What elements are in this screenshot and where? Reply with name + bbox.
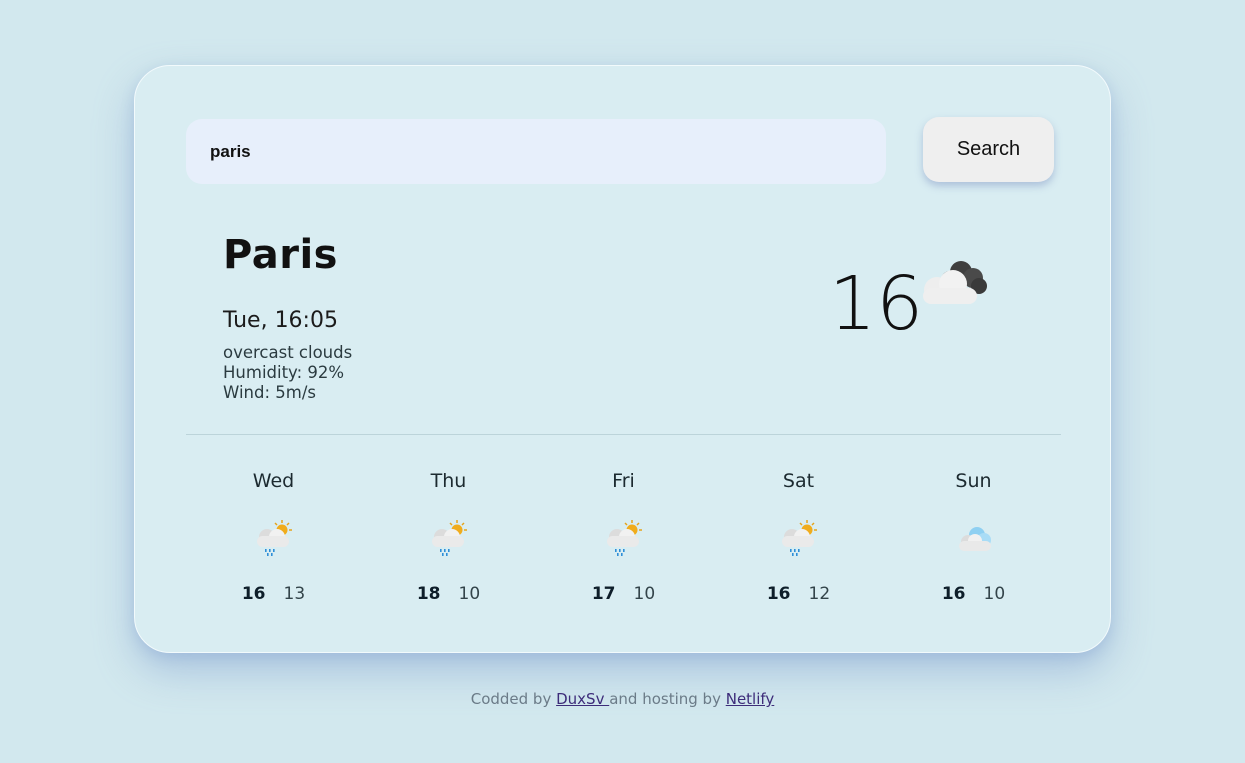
forecast-high: 17	[591, 584, 616, 604]
forecast-temps: 16 13	[186, 584, 361, 604]
forecast-temps: 16 12	[711, 584, 886, 604]
rain-sun-icon	[257, 520, 292, 556]
forecast-day: Fri 17 10	[536, 470, 711, 610]
overcast-clouds-icon	[923, 261, 987, 304]
forecast-day-name: Sun	[955, 470, 992, 492]
forecast-low: 10	[983, 584, 1006, 604]
forecast-low: 10	[633, 584, 656, 604]
forecast-day-name: Wed	[252, 470, 295, 492]
weather-card: Search Paris Tue, 16:05 overcast clouds …	[134, 65, 1111, 653]
current-temperature: 16	[829, 261, 924, 347]
forecast-day: Thu 18 10	[361, 470, 536, 610]
forecast-high: 16	[766, 584, 791, 604]
search-input[interactable]	[186, 119, 886, 184]
weather-description: overcast clouds	[223, 343, 353, 362]
search-button[interactable]: Search	[923, 117, 1054, 182]
forecast-day-name: Fri	[612, 470, 635, 492]
author-link[interactable]: DuxSv	[556, 690, 609, 708]
forecast-low: 10	[458, 584, 481, 604]
forecast-day: Wed 16 13	[186, 470, 361, 610]
humidity: Humidity: 92%	[223, 363, 345, 382]
forecast-high: 16	[941, 584, 966, 604]
forecast-temps: 17 10	[536, 584, 711, 604]
forecast-day: Sat 16 12	[711, 470, 886, 610]
forecast-high: 18	[416, 584, 441, 604]
divider	[186, 434, 1061, 435]
forecast-temps: 16 10	[886, 584, 1061, 604]
forecast-low: 13	[283, 584, 306, 604]
city-name: Paris	[223, 232, 338, 278]
forecast-high: 16	[241, 584, 266, 604]
partly-cloudy-icon	[959, 527, 991, 551]
forecast-day: Sun 16 10	[886, 470, 1061, 610]
rain-sun-icon	[782, 520, 817, 556]
forecast-low: 12	[808, 584, 831, 604]
rain-sun-icon	[432, 520, 467, 556]
weather-details: overcast clouds Humidity: 92% Wind: 5m/s	[223, 343, 352, 403]
host-link[interactable]: Netlify	[726, 690, 775, 708]
current-datetime: Tue, 16:05	[223, 308, 338, 333]
wind: Wind: 5m/s	[223, 383, 316, 402]
footer-prefix: Codded by	[470, 690, 557, 708]
rain-sun-icon	[607, 520, 642, 556]
footer: Codded by DuxSv and hosting by Netlify	[0, 690, 1245, 708]
forecast-day-name: Thu	[430, 470, 467, 492]
forecast-day-name: Sat	[782, 470, 815, 492]
forecast-row: Wed 16 13 Thu 18 10 Fri 17 10 Sat 16 12 …	[186, 470, 1061, 610]
forecast-temps: 18 10	[361, 584, 536, 604]
footer-middle: and hosting by	[609, 690, 726, 708]
